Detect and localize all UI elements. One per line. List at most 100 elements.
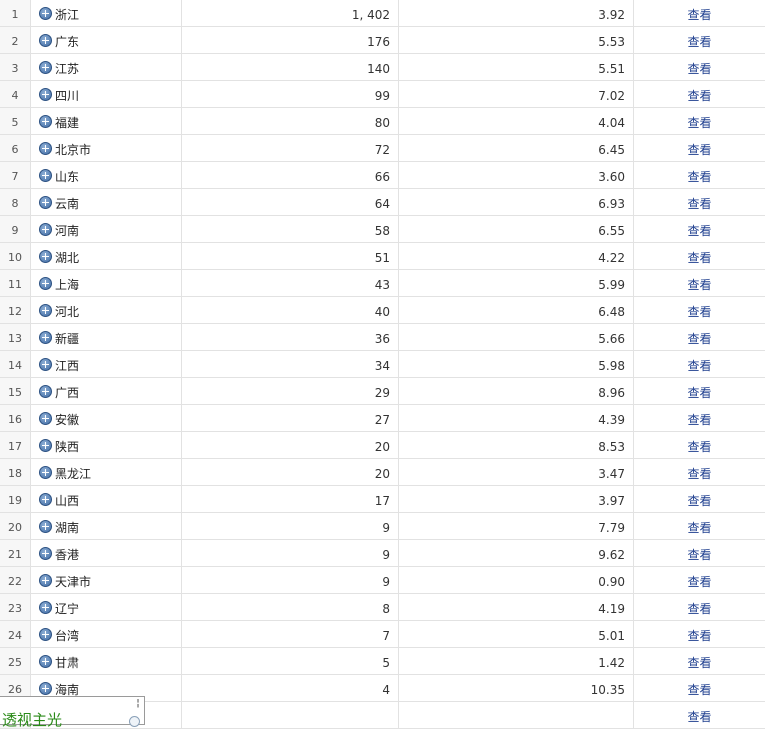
- view-link[interactable]: 查看: [687, 305, 711, 319]
- province-name: 河南: [55, 224, 80, 238]
- view-link[interactable]: 查看: [687, 197, 711, 211]
- view-link[interactable]: 查看: [687, 251, 711, 265]
- table-row: 2 广东 176 5.53 查看: [0, 27, 765, 54]
- plus-circle-icon[interactable]: [39, 520, 52, 533]
- plus-circle-icon[interactable]: [39, 61, 52, 74]
- province-name: 辽宁: [55, 602, 80, 616]
- view-link[interactable]: 查看: [687, 629, 711, 643]
- row-number: 14: [0, 351, 31, 377]
- plus-circle-icon[interactable]: [39, 88, 52, 101]
- plus-circle-icon[interactable]: [39, 34, 52, 47]
- view-cell: 查看: [634, 0, 765, 26]
- view-link[interactable]: 查看: [687, 413, 711, 427]
- plus-circle-icon[interactable]: [39, 169, 52, 182]
- plus-circle-icon[interactable]: [39, 7, 52, 20]
- average-cell: 1.42: [399, 648, 634, 674]
- average-cell: 4.04: [399, 108, 634, 134]
- view-link[interactable]: 查看: [687, 35, 711, 49]
- plus-circle-icon[interactable]: [39, 142, 52, 155]
- plus-circle-icon[interactable]: [39, 547, 52, 560]
- plus-circle-icon[interactable]: [39, 628, 52, 641]
- plus-circle-icon[interactable]: [39, 385, 52, 398]
- plus-circle-icon[interactable]: [39, 250, 52, 263]
- view-link[interactable]: 查看: [687, 386, 711, 400]
- row-number: 18: [0, 459, 31, 485]
- count-cell: 9: [182, 513, 399, 539]
- plus-circle-icon[interactable]: [39, 574, 52, 587]
- view-cell: 查看: [634, 54, 765, 80]
- province-cell: 香港: [31, 540, 182, 566]
- view-link[interactable]: 查看: [687, 548, 711, 562]
- province-cell: 浙江: [31, 0, 182, 26]
- view-link[interactable]: 查看: [687, 224, 711, 238]
- view-link[interactable]: 查看: [687, 602, 711, 616]
- table-row: 1 浙江 1, 402 3.92 查看: [0, 0, 765, 27]
- view-link[interactable]: 查看: [687, 332, 711, 346]
- view-link[interactable]: 查看: [687, 575, 711, 589]
- average-cell: 8.53: [399, 432, 634, 458]
- view-link[interactable]: 查看: [687, 656, 711, 670]
- province-name: 河北: [55, 305, 80, 319]
- view-link[interactable]: 查看: [687, 89, 711, 103]
- view-cell: 查看: [634, 270, 765, 296]
- plus-circle-icon[interactable]: [39, 493, 52, 506]
- average-cell: 5.53: [399, 27, 634, 53]
- table-row: 15 广西 29 8.96 查看: [0, 378, 765, 405]
- resize-handle-icon[interactable]: ¦: [135, 699, 141, 709]
- view-link[interactable]: 查看: [687, 116, 711, 130]
- count-cell: 5: [182, 648, 399, 674]
- plus-circle-icon[interactable]: [39, 466, 52, 479]
- view-cell: 查看: [634, 108, 765, 134]
- count-cell: 80: [182, 108, 399, 134]
- province-cell: 陕西: [31, 432, 182, 458]
- province-name: 陕西: [55, 440, 80, 454]
- plus-circle-icon[interactable]: [39, 196, 52, 209]
- plus-circle-icon[interactable]: [39, 601, 52, 614]
- table-row: 13 新疆 36 5.66 查看: [0, 324, 765, 351]
- province-cell: 北京市: [31, 135, 182, 161]
- view-link[interactable]: 查看: [687, 62, 711, 76]
- row-number: 7: [0, 162, 31, 188]
- view-link[interactable]: 查看: [687, 440, 711, 454]
- plus-circle-icon[interactable]: [39, 277, 52, 290]
- view-link[interactable]: 查看: [687, 710, 711, 724]
- table-row: 3 江苏 140 5.51 查看: [0, 54, 765, 81]
- province-cell: 甘肃: [31, 648, 182, 674]
- row-number: 12: [0, 297, 31, 323]
- plus-circle-icon[interactable]: [39, 439, 52, 452]
- plus-circle-icon[interactable]: [39, 223, 52, 236]
- average-cell: 6.55: [399, 216, 634, 242]
- view-link[interactable]: 查看: [687, 494, 711, 508]
- province-cell: 福建: [31, 108, 182, 134]
- province-cell: 上海: [31, 270, 182, 296]
- view-link[interactable]: 查看: [687, 467, 711, 481]
- table-row: 12 河北 40 6.48 查看: [0, 297, 765, 324]
- plus-circle-icon[interactable]: [39, 655, 52, 668]
- table-row: 9 河南 58 6.55 查看: [0, 216, 765, 243]
- search-icon[interactable]: [129, 716, 140, 727]
- view-link[interactable]: 查看: [687, 683, 711, 697]
- province-cell: 安徽: [31, 405, 182, 431]
- table-row: 18 黑龙江 20 3.47 查看: [0, 459, 765, 486]
- count-cell: 20: [182, 459, 399, 485]
- view-link[interactable]: 查看: [687, 278, 711, 292]
- count-cell: 51: [182, 243, 399, 269]
- count-cell: 4: [182, 675, 399, 701]
- view-link[interactable]: 查看: [687, 143, 711, 157]
- row-number: 25: [0, 648, 31, 674]
- province-cell: 江苏: [31, 54, 182, 80]
- row-number: 2: [0, 27, 31, 53]
- view-link[interactable]: 查看: [687, 359, 711, 373]
- plus-circle-icon[interactable]: [39, 115, 52, 128]
- plus-circle-icon[interactable]: [39, 682, 52, 695]
- plus-circle-icon[interactable]: [39, 304, 52, 317]
- view-link[interactable]: 查看: [687, 170, 711, 184]
- view-cell: 查看: [634, 459, 765, 485]
- view-link[interactable]: 查看: [687, 521, 711, 535]
- floating-panel[interactable]: ¦ 透视主光: [0, 696, 145, 728]
- plus-circle-icon[interactable]: [39, 358, 52, 371]
- view-link[interactable]: 查看: [687, 8, 711, 22]
- province-name: 上海: [55, 278, 80, 292]
- plus-circle-icon[interactable]: [39, 331, 52, 344]
- plus-circle-icon[interactable]: [39, 412, 52, 425]
